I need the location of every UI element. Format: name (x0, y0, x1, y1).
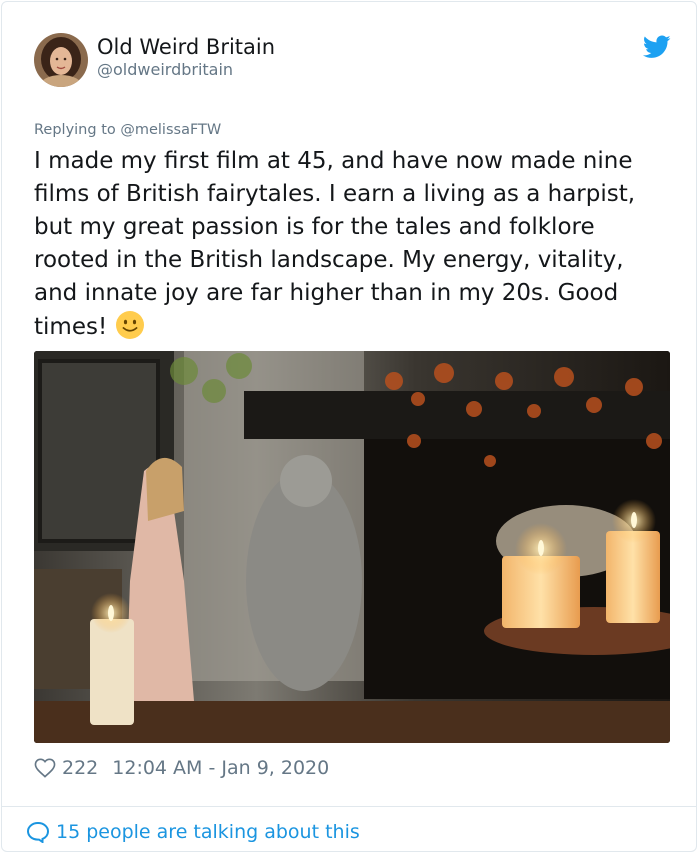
tweet-text: I made my first film at 45, and have now… (34, 145, 674, 344)
timestamp[interactable]: 12:04 AM - Jan 9, 2020 (112, 757, 329, 779)
tweet-card: Old Weird Britain @oldweirdbritain Reply… (1, 1, 697, 852)
smiley-emoji (115, 310, 145, 340)
tweet-photo[interactable] (34, 351, 670, 743)
avatar[interactable] (34, 33, 88, 87)
reply-to-handle[interactable]: @melissaFTW (120, 122, 221, 138)
conversation-link[interactable]: 15 people are talking about this (26, 818, 360, 846)
conversation-text[interactable]: 15 people are talking about this (56, 821, 360, 843)
replying-to: Replying to @melissaFTW (34, 122, 221, 138)
divider (2, 806, 696, 807)
author-handle[interactable]: @oldweirdbritain (97, 60, 233, 80)
replying-to-prefix: Replying to (34, 122, 121, 138)
tweet-meta: 222 12:04 AM - Jan 9, 2020 (34, 754, 329, 782)
author-display-name[interactable]: Old Weird Britain (97, 34, 275, 60)
heart-icon[interactable] (34, 758, 56, 778)
like-count[interactable]: 222 (62, 757, 98, 779)
speech-bubble-icon (26, 821, 50, 844)
twitter-bird-icon[interactable] (642, 35, 671, 59)
